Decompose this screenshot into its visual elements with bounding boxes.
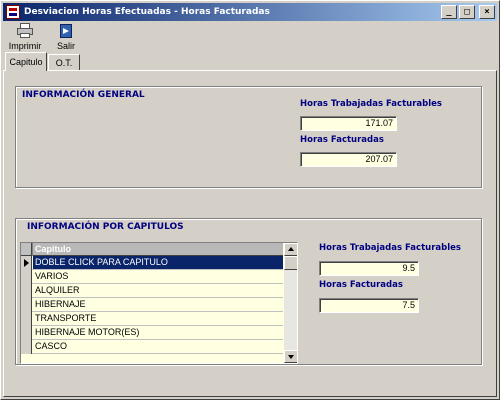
printer-icon <box>16 23 34 39</box>
row-selector[interactable] <box>21 298 32 312</box>
chapters-grid[interactable]: Capitulo DOBLE CLICK PARA CAPITULO VARIO… <box>20 242 298 364</box>
chapter-billable-hours-label: Horas Trabajadas Facturables <box>319 243 461 253</box>
row-selector[interactable] <box>21 326 32 340</box>
row-selector[interactable] <box>21 256 32 270</box>
table-row[interactable]: ALQUILER <box>21 284 283 298</box>
grid-corner[interactable] <box>21 243 32 256</box>
table-row[interactable]: TRANSPORTE <box>21 312 283 326</box>
table-cell[interactable]: VARIOS <box>33 270 283 283</box>
general-billed-hours-label: Horas Facturadas <box>300 135 384 145</box>
tab-capitulo[interactable]: Capitulo <box>5 52 47 71</box>
table-row[interactable]: DOBLE CLICK PARA CAPITULO <box>21 256 283 270</box>
table-cell[interactable]: CASCO <box>33 340 283 353</box>
close-button[interactable]: × <box>479 5 495 19</box>
general-billed-hours-field[interactable]: 207.07 <box>300 152 397 167</box>
table-cell[interactable]: HIBERNAJE <box>33 298 283 311</box>
table-row[interactable]: CASCO <box>21 340 283 354</box>
table-cell[interactable]: ALQUILER <box>33 284 283 297</box>
app-window: Desviacion Horas Efectuadas - Horas Fact… <box>0 0 500 400</box>
scroll-down-button[interactable] <box>284 350 297 363</box>
exit-button[interactable]: Salir <box>47 22 85 54</box>
chapters-info-title: INFORMACIÓN POR CAPITULOS <box>27 222 184 232</box>
exit-button-label: Salir <box>56 41 75 51</box>
table-row[interactable]: HIBERNAJE MOTOR(ES) <box>21 326 283 340</box>
minimize-button[interactable]: _ <box>441 5 457 19</box>
general-info-group: INFORMACIÓN GENERAL Horas Trabajadas Fac… <box>15 86 482 188</box>
row-selector[interactable] <box>21 340 32 354</box>
general-billable-hours-field[interactable]: 171.07 <box>300 116 397 131</box>
title-bar[interactable]: Desviacion Horas Efectuadas - Horas Fact… <box>3 3 497 21</box>
column-header-capitulo[interactable]: Capitulo <box>33 243 283 256</box>
row-selector[interactable] <box>21 270 32 284</box>
print-button-label: Imprimir <box>8 41 42 51</box>
chapter-billable-hours-field[interactable]: 9.5 <box>319 261 419 276</box>
table-cell[interactable]: DOBLE CLICK PARA CAPITULO <box>33 256 283 269</box>
scroll-up-button[interactable] <box>284 243 297 256</box>
app-icon[interactable] <box>6 5 20 19</box>
row-selector[interactable] <box>21 312 32 326</box>
general-info-title: INFORMACIÓN GENERAL <box>22 90 145 100</box>
table-row[interactable]: HIBERNAJE <box>21 298 283 312</box>
general-billable-hours-label: Horas Trabajadas Facturables <box>300 99 442 109</box>
chapter-billed-hours-field[interactable]: 7.5 <box>319 298 419 313</box>
print-button[interactable]: Imprimir <box>6 22 44 54</box>
arrow-up-icon <box>288 247 294 251</box>
table-cell[interactable]: TRANSPORTE <box>33 312 283 325</box>
table-cell[interactable]: HIBERNAJE MOTOR(ES) <box>33 326 283 339</box>
window-title: Desviacion Horas Efectuadas - Horas Fact… <box>24 7 270 17</box>
exit-door-icon <box>57 23 75 39</box>
toolbar: Imprimir Salir <box>3 22 497 54</box>
tab-ot[interactable]: O.T. <box>48 54 80 70</box>
row-pointer-icon <box>24 259 29 267</box>
arrow-down-icon <box>288 355 294 359</box>
maximize-button[interactable]: □ <box>459 5 475 19</box>
grid-header: Capitulo <box>21 243 283 256</box>
grid-vertical-scrollbar[interactable] <box>284 243 297 363</box>
row-selector[interactable] <box>21 284 32 298</box>
chapter-billed-hours-label: Horas Facturadas <box>319 280 403 290</box>
table-row[interactable]: VARIOS <box>21 270 283 284</box>
scroll-thumb[interactable] <box>284 256 297 270</box>
